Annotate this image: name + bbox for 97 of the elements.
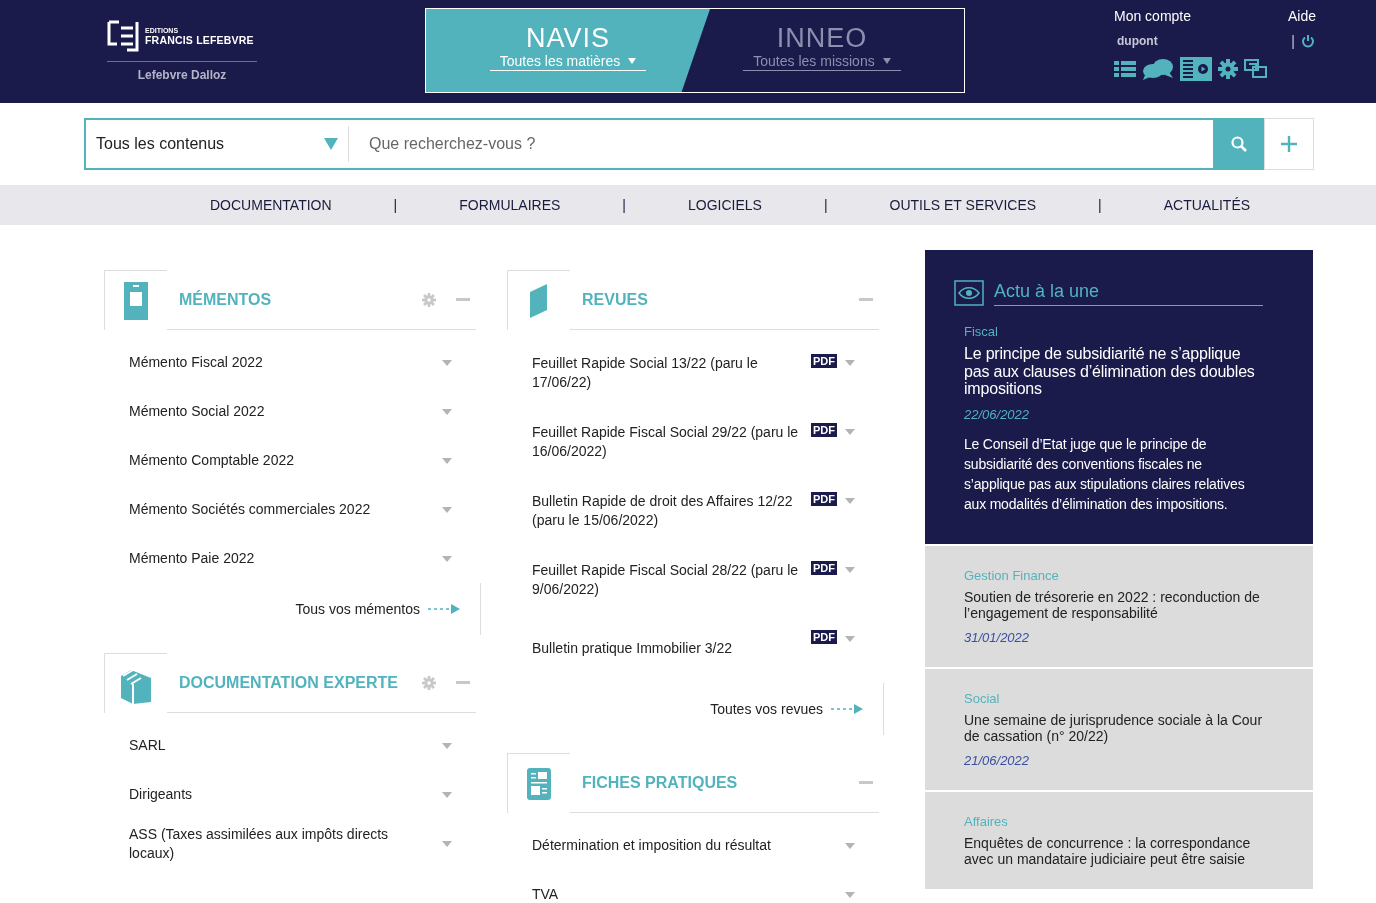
news-summary: Le Conseil d’Etat juge que le principe de subsidiarité des conventions fiscales ne s’applique pas aux stipulations claires relatives aux modalités d’élimination des impositions. — [964, 434, 1246, 514]
news-card[interactable] — [925, 250, 1313, 546]
caret-icon[interactable] — [442, 506, 452, 513]
account-link[interactable]: Mon compte — [1114, 7, 1192, 24]
nav-separator-text: | — [622, 197, 626, 213]
nav-separator-text: | — [823, 197, 828, 213]
news-headline[interactable]: Le principe de subsidiarité ne s’applique pas aux clauses d’élimination des doubles impositions — [964, 345, 1263, 398]
nav-separator-text: | — [393, 197, 398, 213]
widget-title: DOCUMENTATION EXPERTE — [179, 673, 399, 692]
news-headline[interactable]: Enquêtes de concurrence : la correspondance avec un mandataire judiciaire peut être saisie — [964, 834, 1263, 867]
caret-icon — [628, 58, 637, 64]
logo-mark-icon — [107, 20, 139, 52]
news-card[interactable]: Social Une semaine de jurisprudence sociale à la Cour de cassation (n° 20/22) 21/06/2022 — [925, 668, 1313, 792]
news-date: 31/01/2022 — [964, 629, 1031, 645]
document-link[interactable]: Mémento Social 2022 — [129, 402, 434, 421]
widget-title: REVUES — [582, 290, 649, 309]
dashed-arrow-icon — [428, 604, 460, 614]
document-link[interactable]: SARL — [129, 736, 434, 755]
document-link[interactable]: Feuillet Rapide Fiscal Social 29/22 (paru le 16/06/2022) — [532, 422, 803, 461]
search-icon — [1230, 136, 1247, 152]
caret-icon[interactable] — [845, 498, 855, 504]
help-link[interactable]: Aide — [1287, 7, 1316, 24]
document-link[interactable]: Mémento Paie 2022 — [129, 549, 434, 568]
caret-icon[interactable] — [442, 742, 452, 749]
news-category: Fiscal — [964, 324, 999, 339]
power-icon[interactable] — [1301, 33, 1315, 48]
pdf-badge[interactable]: PDF — [811, 492, 837, 506]
username-text: dupont — [1117, 33, 1158, 48]
caret-icon[interactable] — [442, 457, 452, 464]
pdf-badge[interactable]: PDF — [811, 630, 837, 644]
product-name: NAVIS — [526, 23, 610, 53]
news-category: Affaires — [964, 813, 1009, 829]
news-card[interactable]: Affaires Enquêtes de concurrence : la correspondance avec un mandataire judiciaire peut être saisie — [925, 791, 1313, 891]
document-link[interactable]: ASS (Taxes assimilées aux impôts directs locaux) — [129, 824, 434, 863]
product-name: INNEO — [776, 23, 868, 53]
nav-link[interactable]: DOCUMENTATION — [210, 197, 332, 213]
document-link[interactable]: Feuillet Rapide Social 13/22 (paru le 17/06/22) — [532, 353, 803, 392]
news-date: 21/06/2022 — [964, 752, 1031, 768]
search-bar[interactable]: Tous les contenus Que recherchez-vous ? — [84, 118, 1314, 170]
caret-icon — [882, 58, 891, 64]
linked-windows-icon[interactable] — [1244, 59, 1268, 79]
caret-icon[interactable] — [442, 359, 452, 366]
book-icon — [530, 283, 548, 318]
nav-link[interactable]: FORMULAIRES — [459, 197, 561, 213]
advanced-search-button[interactable] — [1264, 118, 1314, 170]
plus-icon — [1281, 136, 1297, 152]
caret-icon[interactable] — [845, 360, 855, 366]
document-link[interactable]: Mémento Sociétés commerciales 2022 — [129, 500, 434, 519]
caret-icon[interactable] — [845, 636, 855, 642]
caret-icon[interactable] — [845, 842, 855, 849]
widget-title: MÉMENTOS — [179, 290, 273, 309]
document-link[interactable]: TVA — [532, 885, 837, 903]
document-link[interactable]: Bulletin Rapide de droit des Affaires 12/22 (paru le 15/06/2022) — [532, 491, 803, 530]
nav-separator-text: | — [1098, 197, 1102, 213]
product-scope-dropdown[interactable]: Toutes les missions — [743, 53, 901, 71]
list-icon[interactable] — [1114, 60, 1136, 78]
document-link[interactable]: Mémento Comptable 2022 — [129, 451, 434, 470]
caret-icon[interactable] — [442, 555, 452, 562]
document-link[interactable]: Mémento Fiscal 2022 — [129, 353, 434, 372]
chat-bubbles-icon[interactable] — [1142, 58, 1174, 80]
see-all-link[interactable]: Tous vos mémentos — [295, 601, 420, 617]
document-link[interactable]: Feuillet Rapide Fiscal Social 28/22 (paru le 9/06/2022) — [532, 560, 803, 599]
widget-title: FICHES PRATIQUES — [582, 773, 739, 792]
news-category: Gestion Finance — [964, 567, 1060, 583]
news-section-title: Actu à la une — [994, 281, 1263, 306]
news-category: Social — [964, 690, 1001, 706]
settings-icon[interactable] — [1218, 59, 1238, 79]
pdf-badge[interactable]: PDF — [811, 561, 837, 575]
logo-group-text: Lefebvre Dalloz — [136, 68, 228, 82]
caret-icon[interactable] — [845, 567, 855, 573]
pdf-badge[interactable]: PDF — [811, 354, 837, 368]
nav-link[interactable]: ACTUALITÉS — [1163, 197, 1251, 213]
booklet-icon — [124, 281, 148, 320]
form-sheet-icon — [527, 767, 551, 800]
pdf-badge[interactable]: PDF — [811, 423, 837, 437]
document-link[interactable]: Détermination et imposition du résultat — [532, 836, 837, 855]
eye-icon — [954, 280, 984, 306]
caret-icon[interactable] — [442, 840, 452, 847]
separator-text: | — [1291, 32, 1295, 49]
dashed-arrow-icon — [831, 704, 863, 714]
news-headline[interactable]: Soutien de trésorerie en 2022 : reconduction de l’engagement de responsabilité — [964, 588, 1263, 621]
news-date: 22/06/2022 — [964, 406, 1031, 422]
video-document-icon[interactable] — [1180, 57, 1212, 81]
see-all-link[interactable]: Toutes vos revues — [710, 701, 823, 717]
document-link[interactable]: Dirigeants — [129, 785, 434, 804]
caret-icon[interactable] — [845, 891, 855, 898]
caret-icon[interactable] — [845, 429, 855, 435]
nav-link[interactable]: LOGICIELS — [688, 197, 762, 213]
caret-icon[interactable] — [442, 408, 452, 415]
nav-link[interactable]: OUTILS ET SERVICES — [889, 197, 1037, 213]
news-headline[interactable]: Une semaine de jurisprudence sociale à la Cour de cassation (n° 20/22) — [964, 711, 1263, 744]
document-link[interactable]: Bulletin pratique Immobilier 3/22 — [532, 639, 803, 658]
caret-icon[interactable] — [442, 791, 452, 798]
search-button[interactable] — [1213, 120, 1264, 168]
news-card[interactable]: Gestion Finance Soutien de trésorerie en 2022 : reconduction de l’engagement de responsabilité 31/01/2022 — [925, 545, 1313, 669]
logo-brand-text: FRANCIS LEFEBVRE — [145, 33, 254, 46]
caret-icon — [324, 138, 338, 150]
